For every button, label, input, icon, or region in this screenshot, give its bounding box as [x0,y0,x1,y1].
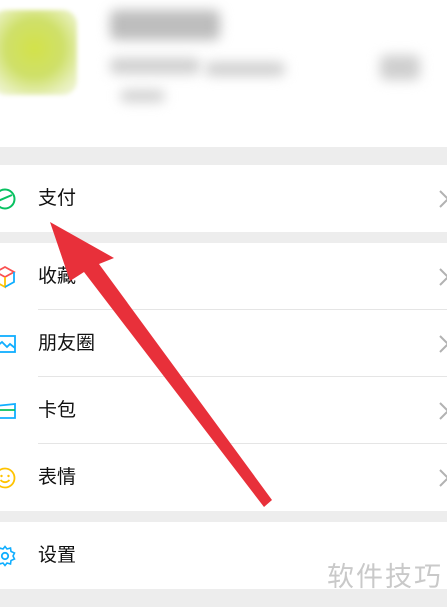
menu-label-pay: 支付 [38,187,77,209]
blurred-qr-code[interactable] [380,55,420,80]
menu-label-settings: 设置 [38,544,77,566]
chevron-right-icon [439,268,447,286]
smiley-icon [0,467,16,489]
chevron-right-icon [439,402,447,420]
pay-group: 支付 [0,165,447,232]
menu-item-moments[interactable]: 朋友圈 [0,310,447,377]
menu-label-stickers: 表情 [38,466,77,488]
blurred-nickname [110,10,220,40]
menu-item-stickers[interactable]: 表情 [0,444,447,511]
chevron-right-icon [439,190,447,208]
blurred-status [120,90,165,102]
card-wallet-icon [0,403,16,419]
avatar[interactable] [0,10,77,95]
menu-item-pay[interactable]: 支付 [0,165,447,232]
blurred-account-id-extra [205,62,285,76]
menu-item-cards[interactable]: 卡包 [0,377,447,444]
menu-label-favorites: 收藏 [38,265,77,287]
profile-card[interactable] [0,0,447,147]
blurred-account-id [110,58,200,74]
pay-icon [0,188,16,210]
menu-label-moments: 朋友圈 [38,332,96,354]
features-group: 收藏 朋友圈 卡包 表情 [0,243,447,511]
menu-label-cards: 卡包 [38,399,77,421]
gear-icon [0,545,16,567]
chevron-right-icon [439,335,447,353]
chevron-right-icon [439,469,447,487]
menu-item-favorites[interactable]: 收藏 [0,243,447,310]
watermark: 软件技巧 [327,562,443,593]
favorites-cube-icon [0,265,16,289]
moments-photo-icon [0,335,16,353]
